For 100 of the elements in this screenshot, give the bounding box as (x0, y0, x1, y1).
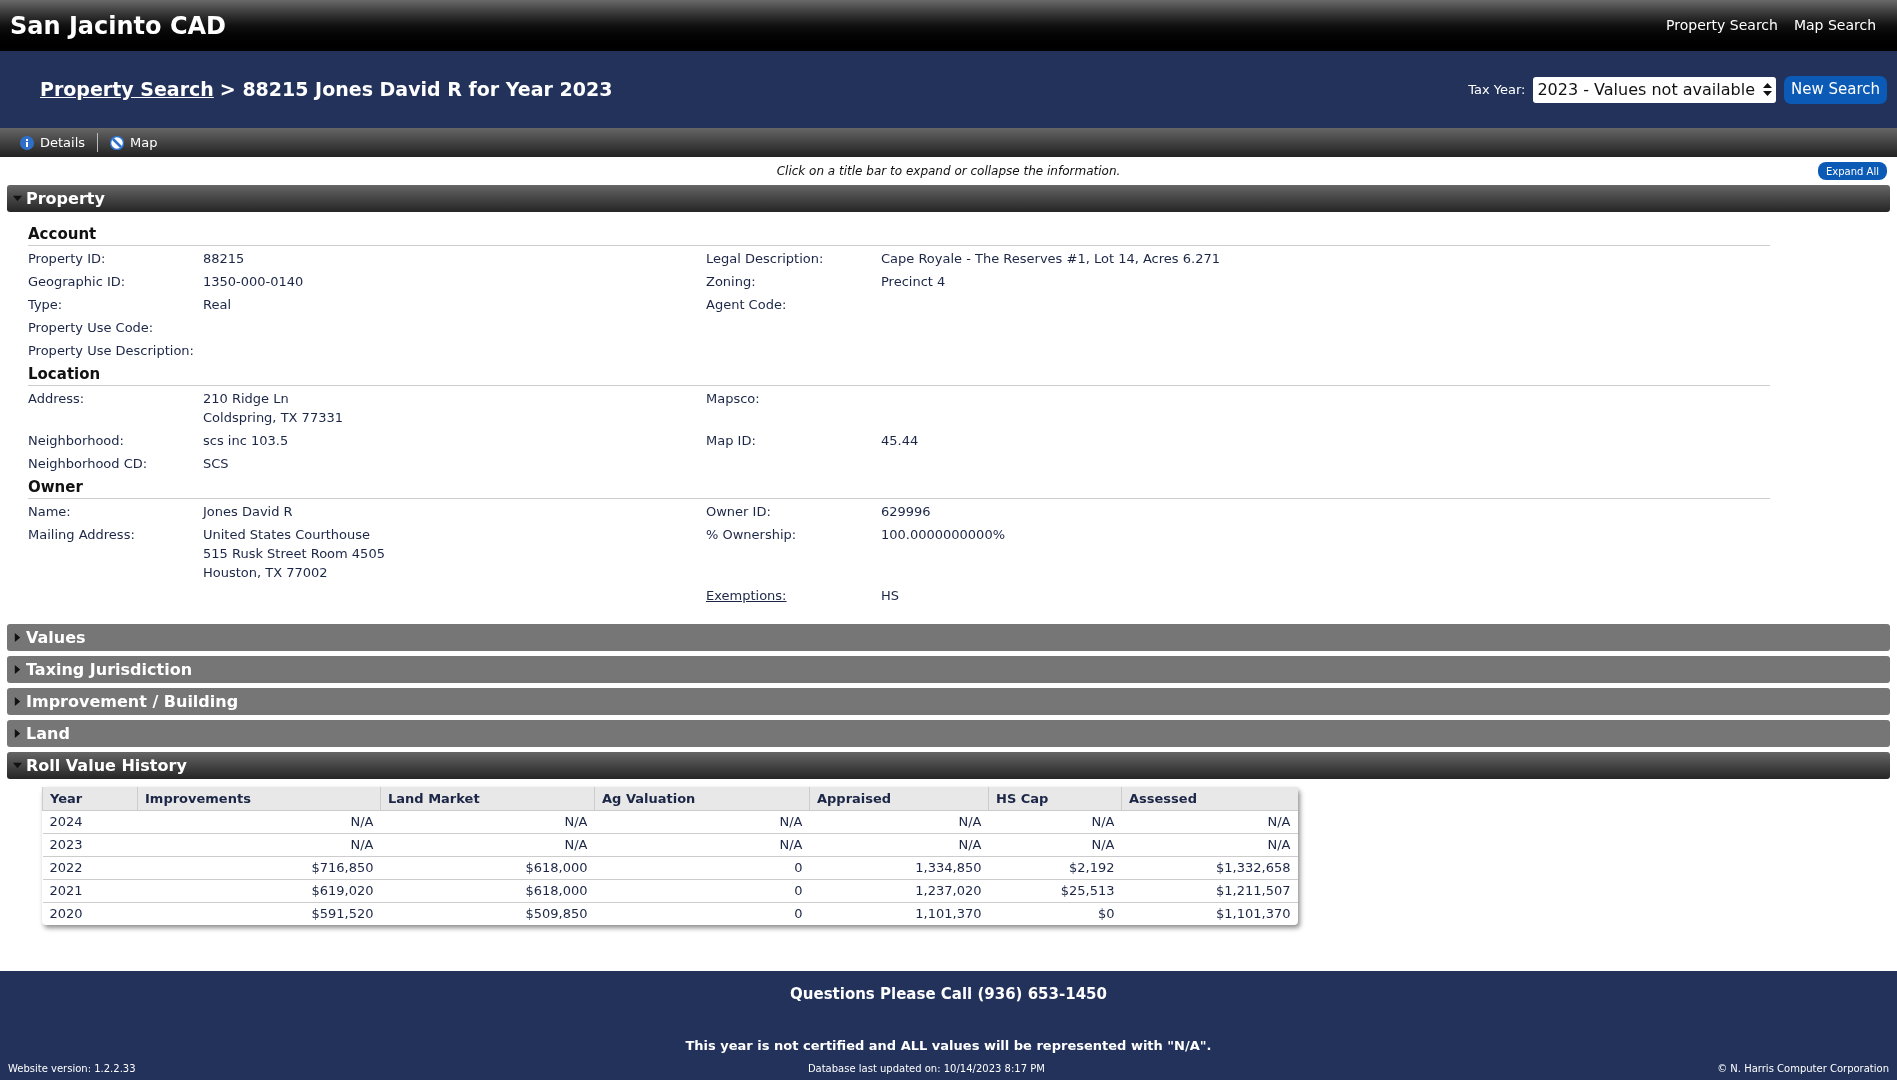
breadcrumb-link[interactable]: Property Search (40, 75, 214, 104)
section-header[interactable]: Improvement / Building (7, 688, 1890, 715)
table-cell: 1,237,020 (809, 879, 989, 902)
copyright-text: © N. Harris Computer Corporation (1717, 1062, 1889, 1076)
field-value: Cape Royale - The Reserves #1, Lot 14, Acres 6.271 (881, 250, 1220, 268)
caret-right-icon (13, 665, 22, 674)
table-cell: 1,334,850 (809, 856, 989, 879)
table-cell: $716,850 (137, 856, 381, 879)
table-cell: N/A (1121, 833, 1298, 856)
globe-icon (110, 135, 125, 150)
exemptions-link[interactable]: Exemptions: (706, 588, 787, 603)
field-value: 515 Rusk Street Room 4505 (203, 545, 385, 563)
table-cell: $0 (988, 902, 1122, 925)
field-value: HS (881, 587, 900, 605)
field-label: Property Use Description: (28, 343, 194, 358)
table-cell: N/A (809, 833, 989, 856)
field-value: Coldspring, TX 77331 (203, 409, 343, 427)
table-cell: 0 (594, 879, 810, 902)
table-cell: $1,101,370 (1121, 902, 1298, 925)
table-cell: N/A (594, 810, 810, 833)
table-cell: N/A (137, 810, 381, 833)
table-cell: 1,101,370 (809, 902, 989, 925)
tax-year-label: Tax Year: (1468, 80, 1526, 99)
field-label: Owner ID: (706, 504, 771, 519)
field-label: Mailing Address: (28, 527, 135, 542)
field-label: Neighborhood CD: (28, 456, 148, 471)
column-header: Land Market (380, 787, 595, 810)
field-value: Precinct 4 (881, 273, 946, 291)
table-cell: $1,332,658 (1121, 856, 1298, 879)
field-label: Address: (28, 391, 85, 406)
field-value: 100.0000000000% (881, 526, 1005, 544)
nav-link[interactable]: Property Search (1666, 15, 1778, 36)
tab[interactable]: Details (20, 132, 86, 153)
table-cell: 0 (594, 856, 810, 879)
section-header[interactable]: Values (7, 624, 1890, 651)
table-cell: 2022 (42, 856, 138, 879)
table-cell: 2023 (42, 833, 138, 856)
table-cell: 0 (594, 902, 810, 925)
info-icon (20, 135, 34, 150)
updated-text: Database last updated on: 10/14/2023 8:17 PM (807, 1062, 1045, 1076)
table-cell: N/A (137, 833, 381, 856)
section-header[interactable]: Property (7, 185, 1890, 212)
phone-text: Questions Please Call (936) 653-1450 (789, 984, 1108, 1005)
field-label: Property Use Code: (28, 320, 154, 335)
table-cell: N/A (988, 833, 1122, 856)
table-cell: $1,211,507 (1121, 879, 1298, 902)
notice-text: This year is not certified and ALL values will be represented with "N/A". (684, 1036, 1213, 1055)
field-value: Real (203, 296, 232, 314)
tab[interactable]: Map (110, 132, 158, 153)
field-label: Property ID: (28, 251, 106, 266)
field-label: Agent Code: (706, 297, 787, 312)
table-cell: $619,020 (137, 879, 381, 902)
field-value: SCS (203, 455, 229, 473)
page-title: > 88215 Jones David R for Year 2023 (219, 77, 613, 103)
field-value: United States Courthouse (203, 526, 372, 544)
table-cell: 2024 (42, 810, 138, 833)
column-header: Ag Valuation (594, 787, 810, 810)
table-cell: $509,850 (380, 902, 595, 925)
field-value: Jones David R (203, 503, 293, 521)
hint-text: Click on a title bar to expand or collapse the information. (776, 163, 1121, 180)
section-header[interactable]: Taxing Jurisdiction (7, 656, 1890, 683)
section-header[interactable]: Roll Value History (7, 752, 1890, 779)
column-header: Assessed (1121, 787, 1298, 810)
new-search-button[interactable]: New Search (1783, 75, 1887, 104)
section-header[interactable]: Land (7, 720, 1890, 747)
field-value: scs inc 103.5 (203, 432, 289, 450)
field-value: 1350-000-0140 (203, 273, 304, 291)
column-header: Improvements (137, 787, 381, 810)
field-label: Zoning: (706, 274, 756, 289)
field-value: Houston, TX 77002 (203, 564, 329, 582)
group-heading: Owner (28, 477, 1770, 499)
nav-link[interactable]: Map Search (1793, 15, 1876, 36)
table-cell: $591,520 (137, 902, 381, 925)
table-cell: $618,000 (380, 879, 595, 902)
column-header: Year (42, 787, 138, 810)
column-header: HS Cap (988, 787, 1122, 810)
table-cell: 2020 (42, 902, 138, 925)
group-heading: Location (28, 364, 1770, 386)
field-label: % Ownership: (706, 527, 797, 542)
field-value: 210 Ridge Ln (203, 390, 290, 408)
field-label: Mapsco: (706, 391, 760, 406)
field-label: Legal Description: (706, 251, 824, 266)
field-label: Name: (28, 504, 71, 519)
expand-all-button[interactable]: Expand All (1818, 162, 1887, 180)
table-cell: $25,513 (988, 879, 1122, 902)
table-cell: $2,192 (988, 856, 1122, 879)
field-value: 88215 (203, 250, 245, 268)
tax-year-select[interactable]: 2023 - Values not available (1533, 76, 1776, 103)
caret-down-icon (13, 194, 22, 203)
field-value: 629996 (881, 503, 931, 521)
field-label: Geographic ID: (28, 274, 126, 289)
table-cell: 2021 (42, 879, 138, 902)
field-label: Map ID: (706, 433, 756, 448)
column-header: Appraised (809, 787, 989, 810)
version-text: Website version: 1.2.2.33 (8, 1062, 136, 1076)
table-cell: N/A (809, 810, 989, 833)
table-cell: N/A (988, 810, 1122, 833)
table-cell: N/A (1121, 810, 1298, 833)
site-title: San Jacinto CAD (10, 10, 226, 42)
field-label: Type: (28, 297, 63, 312)
